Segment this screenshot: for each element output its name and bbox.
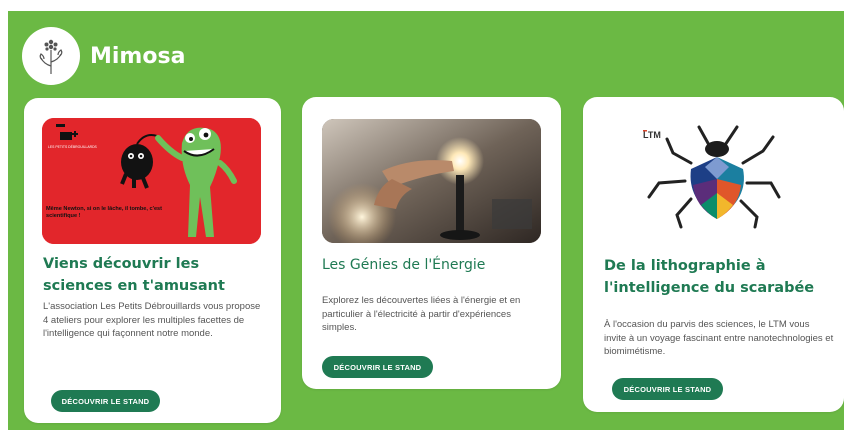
lightbulb-photo <box>322 119 541 243</box>
card-title[interactable]: Viens découvrir les sciences en t'amusan… <box>43 253 271 297</box>
monster-illustration: LES PETITS DÉBROUILLARDS <box>42 118 261 244</box>
logo[interactable] <box>22 27 80 85</box>
card-image: LTM <box>613 119 813 229</box>
card-image: LES PETITS DÉBROUILLARDS Même Newton, si… <box>42 118 261 244</box>
site-header: Mimosa <box>22 21 185 91</box>
discover-stand-button[interactable]: Découvrir le stand <box>51 390 160 412</box>
brand-name[interactable]: Mimosa <box>90 44 185 69</box>
card-image <box>322 119 541 243</box>
discover-stand-button[interactable]: Découvrir le stand <box>612 378 723 400</box>
mimosa-flower-icon <box>39 39 63 74</box>
stand-card-petits-debrouillards: LES PETITS DÉBROUILLARDS Même Newton, si… <box>24 98 281 423</box>
stand-card-ltm-scarabee: LTM De la lithographie à l'intelligence … <box>583 97 844 412</box>
stand-card-genies-energie: Les Génies de l'Énergie Explorez les déc… <box>302 97 561 389</box>
beetle-illustration: LTM <box>643 125 781 229</box>
image-badge-text: LES PETITS DÉBROUILLARDS <box>48 144 98 149</box>
card-description: À l'occasion du parvis des sciences, le … <box>604 319 834 357</box>
page-background: Mimosa LES PETITS DÉBROUILLARDS Même New… <box>8 11 844 430</box>
discover-stand-button[interactable]: Découvrir le stand <box>322 356 433 378</box>
card-description: L'association Les Petits Débrouillards v… <box>43 301 261 339</box>
card-description: Explorez les découvertes liées à l'énerg… <box>322 295 521 333</box>
ltm-logo-text: LTM <box>643 130 661 140</box>
card-title[interactable]: Les Génies de l'Énergie <box>322 254 552 276</box>
card-title[interactable]: De la lithographie à l'intelligence du s… <box>604 255 834 299</box>
image-caption: Même Newton, si on le lâche, il tombe, c… <box>46 206 163 219</box>
